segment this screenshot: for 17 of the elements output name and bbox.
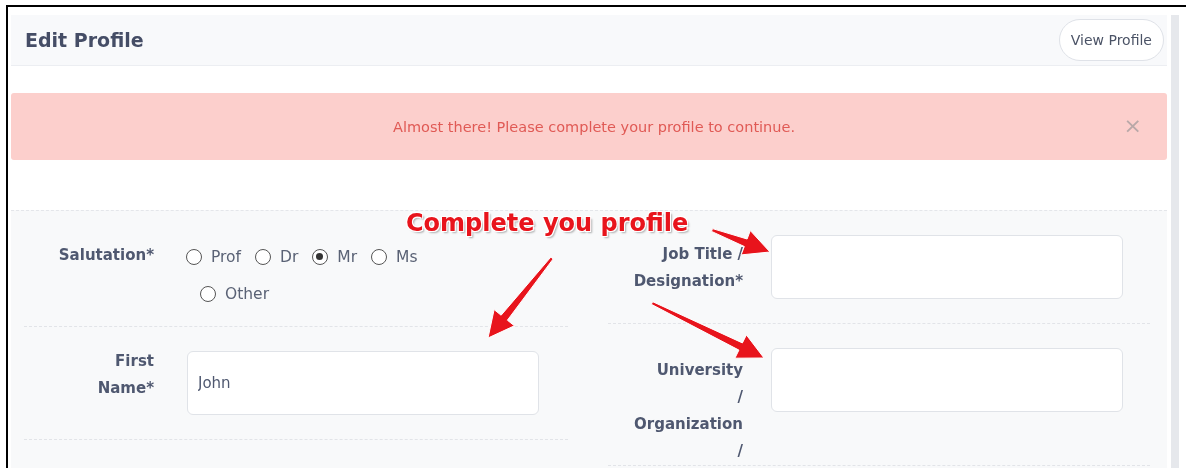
view-profile-button[interactable]: View Profile [1058, 19, 1164, 61]
radio-option[interactable]: Other [200, 281, 269, 307]
text-field[interactable] [771, 235, 1123, 299]
field-label: First Name* [96, 351, 154, 399]
radio-option[interactable]: Mr [312, 244, 358, 270]
field-label: Job Title / Designation* [632, 244, 743, 292]
alert-message: Almost there! Please complete your profile to continue. [393, 118, 795, 135]
text-field[interactable] [771, 348, 1123, 412]
text-field[interactable]: John [187, 351, 539, 415]
field-label: Salutation* [57, 245, 154, 266]
radio-option[interactable]: Ms [371, 244, 418, 270]
page-title: Edit Profile [25, 29, 144, 51]
annotation-text: Complete you profile [406, 209, 689, 237]
field-label: University / Organization / [633, 360, 743, 462]
radio-option[interactable]: Prof [186, 244, 242, 270]
scrollbar[interactable] [1171, 15, 1179, 468]
radio-option[interactable]: Dr [255, 244, 299, 270]
